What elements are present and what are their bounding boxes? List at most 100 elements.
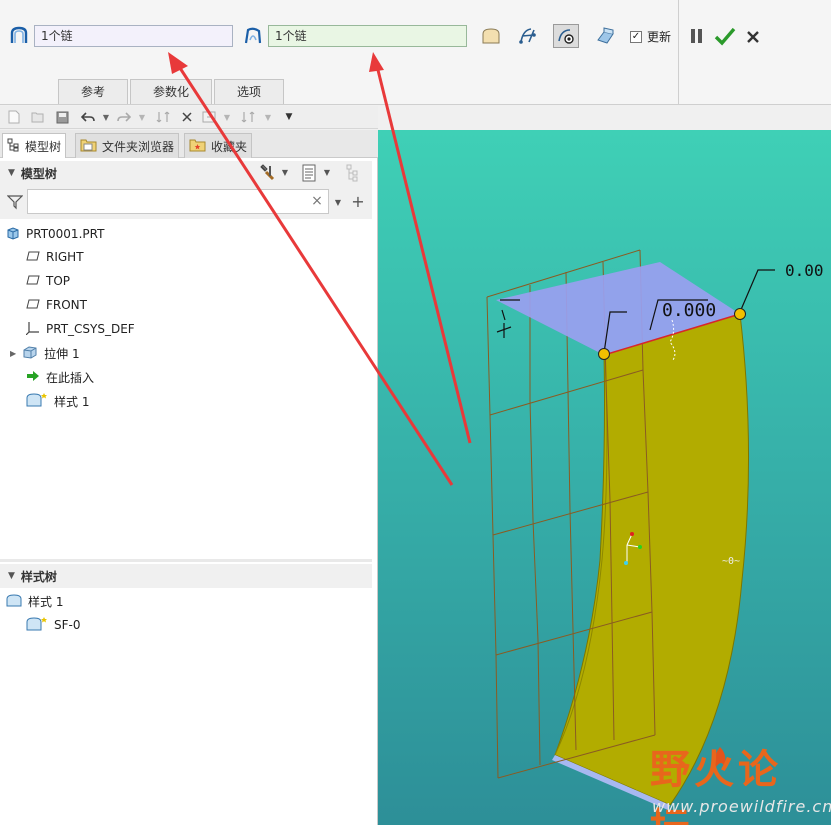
show-options-icon[interactable]: [299, 163, 319, 183]
navigator-tabs: 模型树 文件夹浏览器 收藏夹: [0, 130, 378, 158]
regenerate-icon[interactable]: [155, 109, 171, 125]
clear-icon[interactable]: ×: [310, 193, 324, 209]
tab-model-tree[interactable]: 模型树: [2, 133, 67, 158]
redo-icon[interactable]: [116, 109, 132, 125]
confirm-icon[interactable]: [712, 24, 738, 48]
save-icon[interactable]: [54, 109, 70, 125]
dashboard-separator: [678, 0, 679, 104]
open-icon[interactable]: [30, 109, 46, 125]
second-direction-chain-collector[interactable]: 1个链: [268, 25, 467, 47]
dimension-middle[interactable]: 0.000: [662, 300, 716, 321]
expand-icon[interactable]: ▶: [10, 349, 16, 358]
tab-folder-browser[interactable]: 文件夹浏览器: [75, 133, 180, 158]
control-point-left: [598, 348, 610, 360]
part-icon: [6, 226, 20, 243]
tree-item-insert-here[interactable]: 在此插入: [26, 367, 94, 387]
extrude-icon: [22, 345, 38, 362]
update-label: 更新: [647, 30, 672, 44]
settings-tools-icon[interactable]: [257, 163, 277, 183]
collapse-icon[interactable]: ▼: [8, 168, 15, 178]
graphics-window[interactable]: 0.00 0.000 ~0~: [378, 130, 831, 825]
style-surface-icon: [26, 616, 48, 635]
surface-icon[interactable]: [478, 24, 504, 48]
dimension-top-right[interactable]: 0.00: [785, 261, 824, 280]
tree-item-label: FRONT: [46, 298, 87, 312]
tree-item-label: 样式 1: [28, 594, 64, 609]
tree-item-label: 在此插入: [46, 370, 95, 385]
watermark: 野火论坛 www.proewildfire.cn: [650, 737, 831, 825]
tree-item-label: 拉伸 1: [44, 346, 80, 361]
datum-plane-icon: [26, 274, 40, 289]
panel-sash[interactable]: [0, 559, 372, 562]
filter-row: × ▼ +: [0, 185, 372, 219]
tree-item-style[interactable]: 样式 1: [26, 391, 89, 411]
tab-options[interactable]: 选项: [214, 79, 284, 104]
folder-browser-icon: [80, 137, 98, 156]
undo-dropdown-icon[interactable]: ▼: [98, 109, 114, 125]
style-icon: [26, 392, 48, 411]
first-direction-chain-collector[interactable]: 1个链: [34, 25, 233, 47]
show-control-points-icon[interactable]: [553, 24, 579, 48]
tree-filter-disabled-icon[interactable]: [345, 163, 367, 183]
tree-item-part[interactable]: PRT0001.PRT: [6, 224, 104, 244]
tree-item-label: SF-0: [54, 618, 81, 632]
add-filter-icon[interactable]: +: [350, 192, 366, 211]
model-geometry[interactable]: 0.00 0.000 ~0~: [378, 130, 831, 825]
undo-icon[interactable]: [80, 109, 96, 125]
search-input[interactable]: ×: [27, 189, 329, 214]
style-tree-title: 样式树: [20, 569, 57, 584]
tree-item-front[interactable]: FRONT: [26, 295, 87, 315]
insert-here-icon: [26, 370, 40, 385]
redo-dropdown-icon[interactable]: ▼: [134, 109, 150, 125]
style-tree-item-style[interactable]: 样式 1: [6, 591, 63, 611]
tab-folder-browser-label: 文件夹浏览器: [102, 139, 175, 154]
watermark-url: www.proewildfire.cn: [652, 797, 831, 816]
switch-dropdown-icon[interactable]: ▼: [260, 109, 276, 125]
shading-icon[interactable]: [592, 24, 618, 48]
favorites-icon: [189, 137, 207, 156]
style-tree-item-surface[interactable]: SF-0: [26, 615, 80, 635]
model-tree-icon: [7, 138, 21, 155]
tree-item-label: 样式 1: [54, 394, 90, 409]
tree-item-label: PRT0001.PRT: [26, 227, 105, 241]
control-point-right: [734, 308, 746, 320]
window-dropdown-icon[interactable]: ▼: [219, 109, 235, 125]
tree-item-label: TOP: [46, 274, 71, 288]
windows-icon[interactable]: [179, 109, 195, 125]
boundary-curve-icon[interactable]: [8, 25, 30, 47]
boundary-curve-2-icon[interactable]: [242, 25, 264, 47]
model-tree-empty-area: [0, 420, 372, 560]
model-tree-title: 模型树: [20, 166, 57, 181]
settings-dropdown-icon[interactable]: ▼: [280, 167, 290, 177]
search-dropdown-icon[interactable]: ▼: [333, 197, 343, 207]
csys-icon: [25, 321, 40, 338]
curve-network-icon[interactable]: [515, 24, 541, 48]
tab-parameterization[interactable]: 参数化: [130, 79, 212, 104]
tab-favorites[interactable]: 收藏夹: [184, 133, 253, 158]
filter-icon: [6, 193, 24, 211]
dashboard: 1个链 1个链 ✓ 更新 参考 参数化 选项: [0, 0, 831, 105]
collapse-icon[interactable]: ▼: [8, 571, 15, 581]
tree-item-top[interactable]: TOP: [26, 271, 70, 291]
tree-item-label: PRT_CSYS_DEF: [46, 322, 135, 336]
switch-window-icon[interactable]: [240, 109, 256, 125]
dimension-small[interactable]: ~0~: [722, 556, 740, 567]
tree-item-extrude[interactable]: ▶ 拉伸 1: [10, 343, 80, 363]
update-checkbox[interactable]: ✓ 更新: [630, 28, 671, 45]
tree-item-csys[interactable]: PRT_CSYS_DEF: [25, 319, 135, 339]
datum-plane-icon: [26, 250, 40, 265]
tab-favorites-label: 收藏夹: [211, 139, 248, 154]
check-icon[interactable]: ✓: [630, 30, 642, 43]
tree-item-right[interactable]: RIGHT: [26, 247, 84, 267]
new-icon[interactable]: [6, 109, 22, 125]
navigator-panel: 模型树 文件夹浏览器 收藏夹 ▼ 模型树 ▼ ▼ × ▼ + PRT0001.P…: [0, 130, 378, 825]
pause-icon[interactable]: [687, 26, 707, 46]
customize-toolbar-icon[interactable]: ▼: [281, 109, 297, 125]
style-tree-header[interactable]: ▼ 样式树: [0, 564, 372, 588]
tab-references[interactable]: 参考: [58, 79, 128, 104]
close-window-icon[interactable]: [201, 109, 217, 125]
show-dropdown-icon[interactable]: ▼: [322, 167, 332, 177]
tree-item-label: RIGHT: [46, 250, 84, 264]
cancel-icon[interactable]: [742, 26, 764, 48]
datum-plane-icon: [26, 298, 40, 313]
